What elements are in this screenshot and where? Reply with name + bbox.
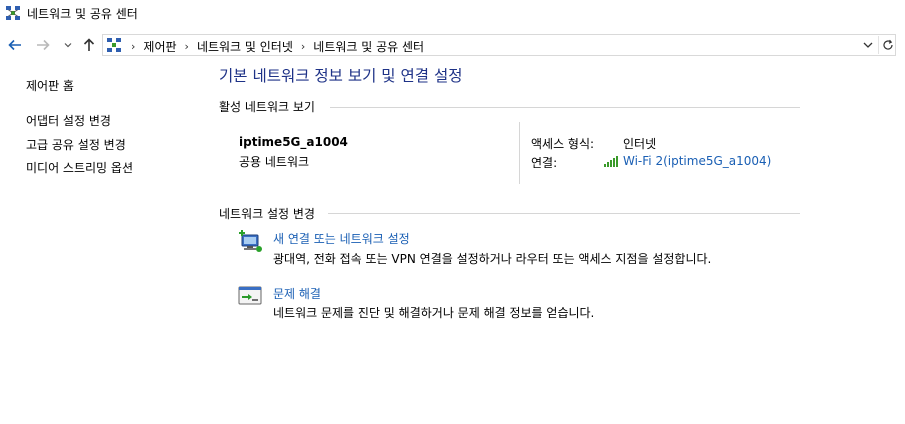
network-type: 공용 네트워크 <box>239 155 310 169</box>
title-bar: 네트워크 및 공유 센터 <box>0 0 905 28</box>
network-center-icon <box>107 38 121 52</box>
access-type-value: 인터넷 <box>623 137 657 151</box>
new-connection-link[interactable]: 새 연결 또는 네트워크 설정 <box>273 230 410 247</box>
navigation-bar: › 제어판 › 네트워크 및 인터넷 › 네트워크 및 공유 센터 <box>0 32 905 58</box>
up-arrow-icon <box>83 38 95 51</box>
refresh-button[interactable] <box>878 36 896 54</box>
connection-value[interactable]: Wi-Fi 2(iptime5G_a1004) <box>623 154 771 168</box>
section-heading-change-settings: 네트워크 설정 변경 <box>219 207 315 221</box>
wifi-signal-icon <box>604 156 618 167</box>
recent-locations-button[interactable] <box>62 36 74 54</box>
new-connection-description: 광대역, 전화 접속 또는 VPN 연결을 설정하거나 라우터 또는 액세스 지… <box>273 252 712 266</box>
refresh-icon <box>882 39 893 50</box>
forward-arrow-icon <box>37 39 50 51</box>
section-heading-active-networks: 활성 네트워크 보기 <box>219 100 315 114</box>
breadcrumb-item-network-sharing-center[interactable]: 네트워크 및 공유 센터 <box>313 38 424 55</box>
troubleshoot-icon[interactable] <box>237 284 263 308</box>
chevron-down-icon <box>863 42 873 48</box>
section-divider <box>328 213 800 214</box>
new-connection-icon[interactable] <box>237 229 263 253</box>
window-title: 네트워크 및 공유 센터 <box>27 7 138 21</box>
troubleshoot-link[interactable]: 문제 해결 <box>273 285 321 302</box>
breadcrumb-item-network-internet[interactable]: 네트워크 및 인터넷 <box>197 38 293 55</box>
connection-link[interactable]: Wi-Fi 2(iptime5G_a1004) <box>604 154 771 168</box>
sidebar-item-control-panel-home[interactable]: 제어판 홈 <box>26 77 74 94</box>
breadcrumb-separator[interactable]: › <box>185 40 189 53</box>
breadcrumb-item-control-panel[interactable]: 제어판 <box>143 38 176 55</box>
sidebar-item-media-streaming[interactable]: 미디어 스트리밍 옵션 <box>26 159 133 176</box>
section-divider <box>330 107 800 108</box>
chevron-down-icon <box>64 43 72 48</box>
back-arrow-icon <box>8 39 21 51</box>
network-info-divider <box>519 122 520 184</box>
breadcrumb-separator[interactable]: › <box>301 40 305 53</box>
sidebar-item-advanced-sharing[interactable]: 고급 공유 설정 변경 <box>26 136 126 153</box>
breadcrumb-separator[interactable]: › <box>131 40 135 53</box>
sidebar-item-adapter-settings[interactable]: 어댑터 설정 변경 <box>26 112 111 129</box>
up-button[interactable] <box>81 36 97 54</box>
address-dropdown-button[interactable] <box>861 38 875 52</box>
page-title: 기본 네트워크 정보 보기 및 연결 설정 <box>219 67 463 85</box>
troubleshoot-description: 네트워크 문제를 진단 및 해결하거나 문제 해결 정보를 얻습니다. <box>273 306 595 320</box>
network-center-icon <box>6 6 20 20</box>
forward-button[interactable] <box>35 36 51 54</box>
back-button[interactable] <box>7 36 23 54</box>
access-type-label: 액세스 형식: <box>531 137 595 151</box>
connection-label: 연결: <box>531 156 558 170</box>
breadcrumb: › 제어판 › 네트워크 및 인터넷 › 네트워크 및 공유 센터 <box>127 38 424 55</box>
address-bar[interactable]: › 제어판 › 네트워크 및 인터넷 › 네트워크 및 공유 센터 <box>102 34 896 56</box>
network-name: iptime5G_a1004 <box>239 135 348 149</box>
